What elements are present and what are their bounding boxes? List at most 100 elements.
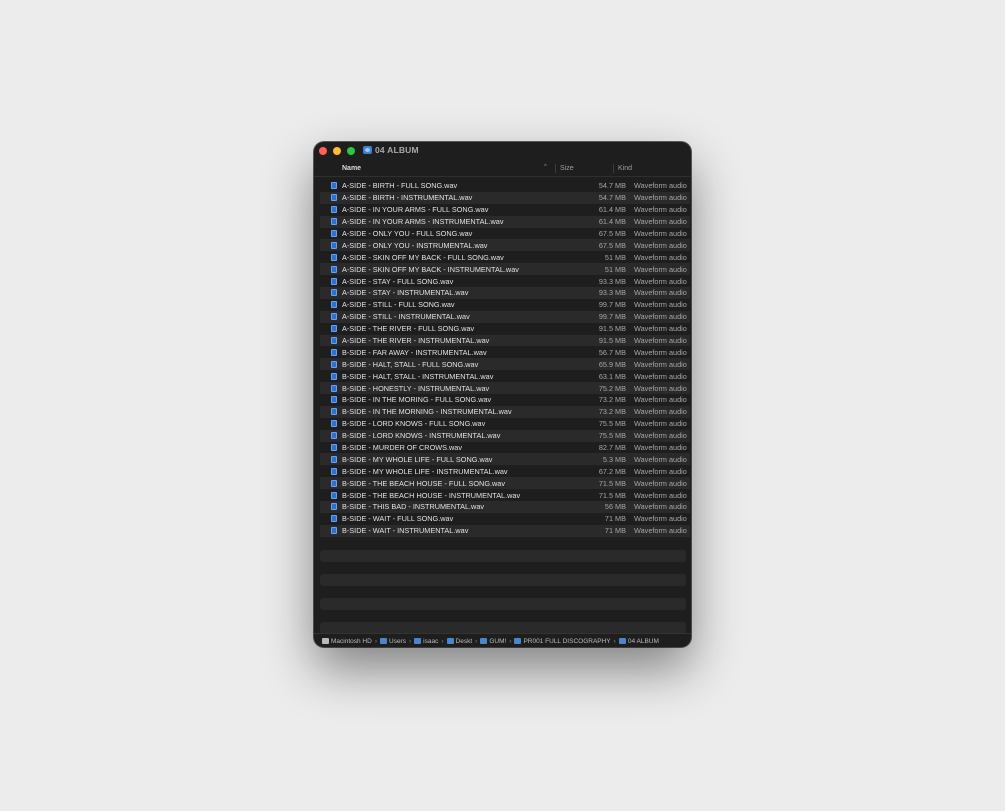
file-row[interactable]: A-SIDE - SKIN OFF MY BACK - INSTRUMENTAL… [320, 263, 690, 276]
audio-file-icon [331, 265, 337, 273]
file-kind: Waveform audio [634, 324, 687, 334]
audio-file-icon [331, 467, 337, 475]
folder-icon [446, 638, 454, 644]
file-kind: Waveform audio [634, 193, 687, 203]
file-kind: Waveform audio [634, 181, 687, 191]
path-item[interactable]: Macintosh HD [322, 638, 372, 645]
audio-file-icon [331, 372, 337, 380]
file-row[interactable]: B-SIDE - MY WHOLE LIFE - FULL SONG.wav 5.… [320, 453, 690, 466]
file-name: B-SIDE - MY WHOLE LIFE - INSTRUMENTAL.wa… [342, 466, 508, 476]
file-name: B-SIDE - WAIT - INSTRUMENTAL.wav [342, 526, 469, 536]
close-button[interactable] [319, 147, 327, 155]
path-item[interactable]: Users [380, 638, 406, 645]
file-row[interactable]: A-SIDE - BIRTH - FULL SONG.wav 54.7 MB Wav… [320, 180, 690, 192]
audio-file-icon [331, 455, 337, 463]
file-kind: Waveform audio [634, 336, 687, 346]
path-item[interactable]: isaac [414, 638, 438, 645]
file-name: A-SIDE - SKIN OFF MY BACK - INSTRUMENTAL… [342, 264, 519, 274]
chevron-right-icon: › [374, 637, 377, 645]
column-name-header[interactable]: Name [342, 165, 361, 172]
file-row[interactable]: B-SIDE - WAIT - FULL SONG.wav 71 MB Wavefo… [320, 513, 690, 525]
file-row[interactable]: B-SIDE - HALT, STALL - FULL SONG.wav 65.9… [320, 358, 690, 371]
file-kind: Waveform audio [634, 264, 687, 274]
file-row[interactable]: A-SIDE - SKIN OFF MY BACK - FULL SONG.wa… [320, 251, 690, 263]
file-row[interactable]: A-SIDE - STILL - FULL SONG.wav 99.7 MB Wav… [320, 299, 690, 311]
file-name: A-SIDE - IN YOUR ARMS - FULL SONG.wav [342, 205, 489, 215]
file-name: B-SIDE - LORD KNOWS - INSTRUMENTAL.wav [342, 431, 501, 441]
file-name: A-SIDE - BIRTH - FULL SONG.wav [342, 181, 458, 191]
path-item[interactable]: PR001 FULL DISCOGRAPHY [514, 638, 611, 645]
audio-file-icon [331, 360, 337, 368]
file-row[interactable]: A-SIDE - THE RIVER - FULL SONG.wav 91.5 M… [320, 323, 690, 335]
file-row[interactable]: B-SIDE - LORD KNOWS - FULL SONG.wav 75.5 … [320, 418, 690, 430]
file-name: A-SIDE - STILL - FULL SONG.wav [342, 300, 455, 310]
file-row[interactable]: A-SIDE - THE RIVER - INSTRUMENTAL.wav 91.… [320, 334, 690, 347]
file-row[interactable]: B-SIDE - FAR AWAY - INSTRUMENTAL.wav 56.7… [320, 346, 690, 358]
file-row[interactable]: A-SIDE - STAY - FULL SONG.wav 93.3 MB Wave… [320, 275, 690, 287]
path-bar: Macintosh HD › Users › isaac › Deskt › GUM! › PR00… [314, 633, 691, 647]
sort-chevron-up-icon[interactable]: ^ [544, 164, 547, 170]
audio-file-icon [331, 408, 337, 416]
file-row[interactable]: B-SIDE - IN THE MORING - FULL SONG.wav 73… [320, 394, 690, 406]
file-row[interactable]: A-SIDE - ONLY YOU - INSTRUMENTAL.wav 67.5… [320, 239, 690, 252]
file-size: 75.2 MB [598, 383, 626, 393]
file-row[interactable]: B-SIDE - THE BEACH HOUSE - INSTRUMENTAL.… [320, 489, 690, 501]
file-kind: Waveform audio [634, 419, 687, 429]
file-size: 54.7 MB [598, 181, 626, 191]
file-row[interactable]: A-SIDE - STILL - INSTRUMENTAL.wav 99.7 MB… [320, 310, 690, 323]
title-bar[interactable]: 04 ALBUM [314, 142, 691, 161]
minimize-button[interactable] [333, 147, 341, 155]
empty-row [320, 598, 686, 610]
file-size: 71 MB [604, 514, 626, 524]
path-item[interactable]: GUM! [480, 638, 506, 645]
file-name: A-SIDE - IN YOUR ARMS - INSTRUMENTAL.wav [342, 217, 504, 227]
path-item-label: 04 ALBUM [627, 637, 659, 645]
file-size: 71.5 MB [598, 478, 626, 488]
file-kind: Waveform audio [634, 443, 687, 453]
file-row[interactable]: B-SIDE - LORD KNOWS - INSTRUMENTAL.wav 75… [320, 429, 690, 442]
file-row[interactable]: B-SIDE - WAIT - INSTRUMENTAL.wav 71 MB Wav… [320, 524, 690, 537]
file-row[interactable]: B-SIDE - IN THE MORNING - INSTRUMENTAL.w… [320, 405, 690, 418]
column-divider[interactable] [555, 164, 556, 173]
file-size: 56.7 MB [598, 347, 626, 357]
column-size-header[interactable]: Size [560, 165, 574, 172]
file-kind: Waveform audio [634, 371, 687, 381]
file-row[interactable]: A-SIDE - BIRTH - INSTRUMENTAL.wav 54.7 MB… [320, 191, 690, 204]
file-size: 54.7 MB [598, 193, 626, 203]
zoom-button[interactable] [347, 147, 355, 155]
file-row[interactable]: A-SIDE - IN YOUR ARMS - INSTRUMENTAL.wav… [320, 215, 690, 228]
audio-file-icon [331, 420, 337, 428]
column-divider[interactable] [613, 164, 614, 173]
file-size: 73.2 MB [598, 395, 626, 405]
file-size: 51 MB [604, 264, 626, 274]
file-size: 99.7 MB [598, 312, 626, 322]
file-row[interactable]: B-SIDE - HONESTLY - INSTRUMENTAL.wav 75.2… [320, 382, 690, 395]
audio-file-icon [331, 337, 337, 345]
file-row[interactable]: B-SIDE - THIS BAD - INSTRUMENTAL.wav 56 M… [320, 501, 690, 513]
file-kind: Waveform audio [634, 312, 687, 322]
audio-file-icon [331, 277, 337, 285]
file-row[interactable]: B-SIDE - THE BEACH HOUSE - FULL SONG.wav… [320, 477, 690, 490]
file-row[interactable]: B-SIDE - HALT, STALL - INSTRUMENTAL.wav 6… [320, 370, 690, 382]
path-item[interactable]: 04 ALBUM [618, 637, 659, 645]
audio-file-icon [331, 325, 337, 333]
column-kind-header[interactable]: Kind [618, 165, 632, 172]
path-item[interactable]: Deskt [446, 637, 473, 645]
file-row[interactable]: B-SIDE - MURDER OF CROWS.wav 82.7 MB Wavef… [320, 442, 690, 454]
file-row[interactable]: A-SIDE - STAY - INSTRUMENTAL.wav 93.3 MB W… [320, 287, 690, 299]
audio-file-icon [331, 301, 337, 309]
file-row[interactable]: A-SIDE - ONLY YOU - FULL SONG.wav 67.5 MB… [320, 228, 690, 240]
path-item-label: Deskt [455, 637, 473, 645]
file-row[interactable]: B-SIDE - MY WHOLE LIFE - INSTRUMENTAL.wa… [320, 465, 690, 477]
drive-icon [322, 638, 329, 644]
file-row[interactable]: A-SIDE - IN YOUR ARMS - FULL SONG.wav 61.… [320, 204, 690, 216]
window-title: 04 ALBUM [375, 145, 419, 155]
audio-file-icon [331, 289, 337, 297]
file-kind: Waveform audio [634, 478, 687, 488]
file-size: 67.5 MB [598, 240, 626, 250]
file-size: 67.2 MB [598, 466, 626, 476]
folder-icon [380, 638, 387, 644]
column-header: Name ^ Size Kind [314, 161, 691, 177]
chevron-right-icon: › [613, 637, 616, 645]
file-name: B-SIDE - MURDER OF CROWS.wav [342, 443, 462, 453]
